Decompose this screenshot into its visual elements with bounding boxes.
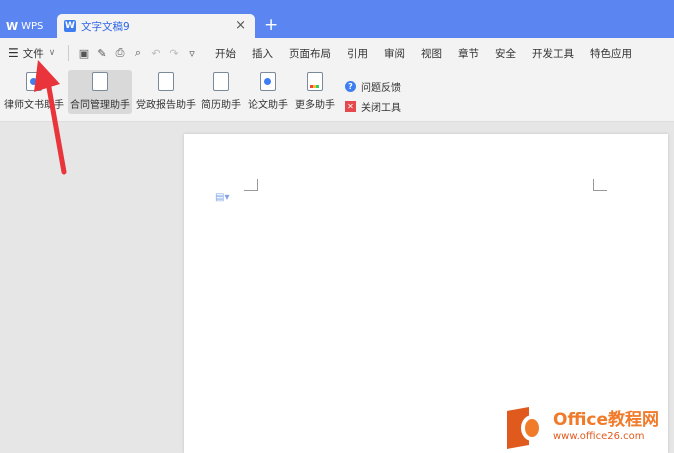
resume-assistant-button[interactable]: 简历助手 [200,70,242,114]
contract-icon [92,72,108,91]
tab-special-apps[interactable]: 特色应用 [582,46,640,61]
tab-page-layout[interactable]: 页面布局 [281,46,339,61]
wps-home-label: WPS [21,20,44,32]
close-tools-label: 关闭工具 [361,102,401,114]
ribbon-button-label: 党政报告助手 [136,100,196,111]
watermark: Office教程网 www.office26.com [507,404,667,450]
tab-insert[interactable]: 插入 [244,46,281,61]
watermark-title: Office教程网 [553,410,660,430]
side-tools: ? 问题反馈 ✕ 关闭工具 [345,76,401,116]
customize-toolbar-icon[interactable]: ▿ [183,47,201,60]
quick-access-toolbar: ▣ ✎ ⎙ ⌕ ↶ ↷ ▿ [75,46,201,60]
margin-corner-top-right [593,179,607,191]
lawyer-doc-assistant-button[interactable]: 律师文书助手 [4,70,64,114]
writer-doc-icon: W [64,20,76,32]
save-icon[interactable]: ▣ [75,47,93,60]
question-icon: ? [345,80,356,92]
office-logo-icon [507,405,547,449]
file-menu-button[interactable]: ☰ 文件 ∨ [0,46,64,61]
file-menu-label: 文件 [22,47,44,60]
title-bar: W WPS W 文字文稿9 × + [0,0,674,38]
ribbon-button-label: 简历助手 [201,100,241,111]
wps-home-tab[interactable]: W WPS [0,14,56,38]
resume-icon [213,72,229,91]
tab-review[interactable]: 审阅 [376,46,413,61]
close-tools-button[interactable]: ✕ 关闭工具 [345,96,401,116]
more-assistants-button[interactable]: 更多助手 [294,70,336,114]
ribbon-button-label: 合同管理助手 [70,100,130,111]
new-tab-button[interactable]: + [264,15,278,35]
wps-logo-icon: W [6,19,19,33]
ribbon-button-label: 律师文书助手 [4,100,64,111]
report-assistant-button[interactable]: 党政报告助手 [135,70,197,114]
feedback-label: 问题反馈 [361,82,401,94]
thesis-assistant-button[interactable]: 论文助手 [247,70,289,114]
document-tab[interactable]: W 文字文稿9 × [57,14,255,38]
ribbon-button-label: 更多助手 [295,100,335,111]
ribbon-button-label: 论文助手 [248,100,288,111]
ribbon-tabs: 开始 插入 页面布局 引用 审阅 视图 章节 安全 开发工具 特色应用 [207,46,640,61]
thesis-icon [260,72,276,91]
tab-start[interactable]: 开始 [207,46,244,61]
tab-security[interactable]: 安全 [487,46,524,61]
tab-references[interactable]: 引用 [339,46,376,61]
print-preview-icon[interactable]: ⌕ [129,46,147,60]
redo-icon[interactable]: ↷ [165,47,183,60]
print-icon[interactable]: ⎙ [111,46,129,60]
feedback-button[interactable]: ? 问题反馈 [345,76,401,96]
paragraph-handle-icon[interactable]: ▤▾ [215,192,229,203]
ribbon-panel: 律师文书助手 合同管理助手 党政报告助手 简历助手 论文助手 更多助手 ? 问题… [0,68,674,122]
report-icon [158,72,174,91]
menu-bar: ☰ 文件 ∨ ▣ ✎ ⎙ ⌕ ↶ ↷ ▿ 开始 插入 页面布局 引用 审阅 视图… [0,38,674,68]
hamburger-icon: ☰ [8,46,19,60]
close-tab-icon[interactable]: × [235,18,246,33]
watermark-url: www.office26.com [553,431,645,442]
lawyer-doc-icon [26,72,42,91]
divider [68,45,69,61]
format-painter-icon[interactable]: ✎ [93,47,111,60]
document-tab-label: 文字文稿9 [81,20,130,33]
more-icon [307,72,323,91]
contract-assistant-button[interactable]: 合同管理助手 [68,70,132,114]
chevron-down-icon: ∨ [48,48,56,58]
tab-developer[interactable]: 开发工具 [524,46,582,61]
close-tool-icon: ✕ [345,100,356,112]
tab-view[interactable]: 视图 [413,46,450,61]
tab-section[interactable]: 章节 [450,46,487,61]
undo-icon[interactable]: ↶ [147,47,165,60]
margin-corner-top-left [244,179,258,191]
